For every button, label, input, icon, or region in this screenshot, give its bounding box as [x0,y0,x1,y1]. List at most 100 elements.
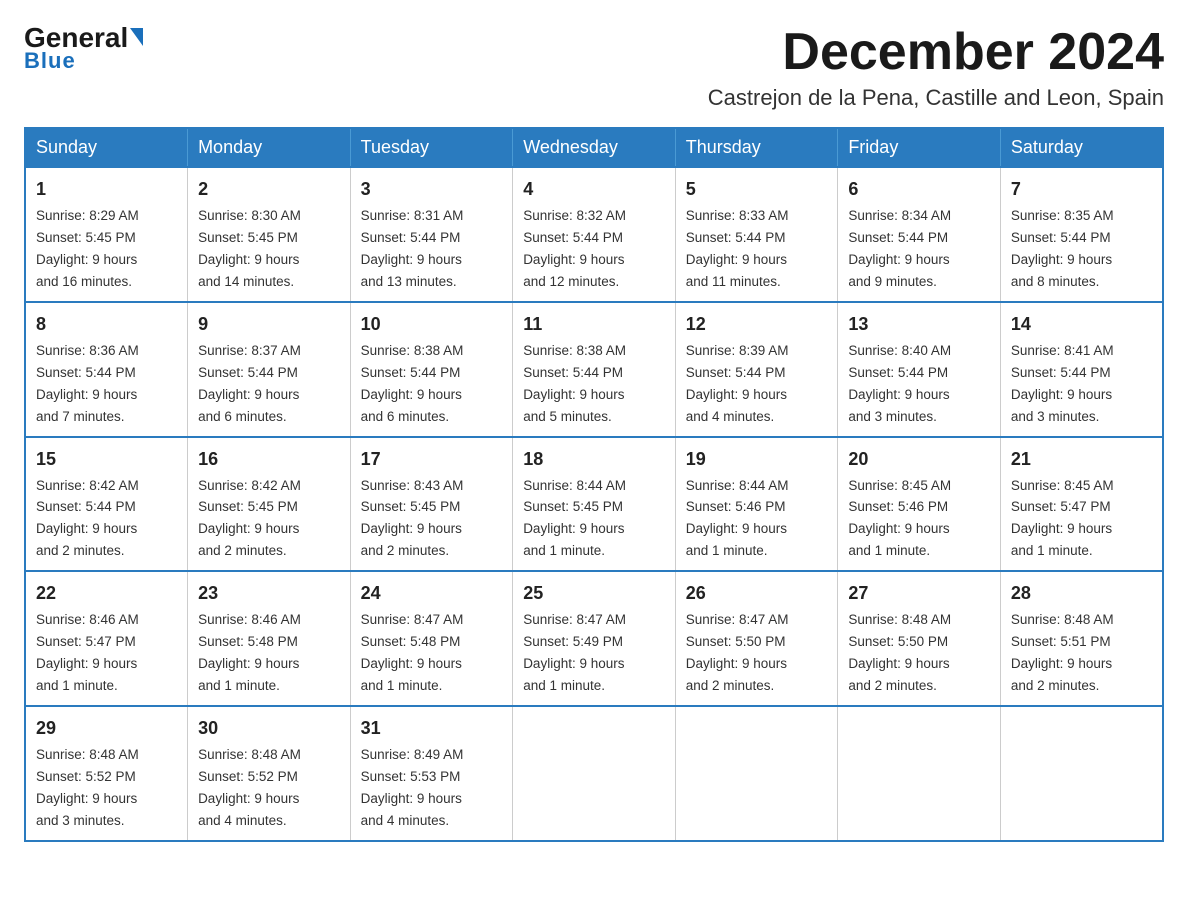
calendar-cell: 14 Sunrise: 8:41 AMSunset: 5:44 PMDaylig… [1000,302,1163,437]
day-info: Sunrise: 8:33 AMSunset: 5:44 PMDaylight:… [686,208,789,289]
location-subtitle: Castrejon de la Pena, Castille and Leon,… [708,85,1164,111]
logo-blue: Blue [24,48,76,74]
day-number: 28 [1011,580,1152,607]
day-number: 30 [198,715,340,742]
col-friday: Friday [838,128,1001,167]
calendar-cell: 16 Sunrise: 8:42 AMSunset: 5:45 PMDaylig… [188,437,351,572]
day-number: 3 [361,176,503,203]
day-info: Sunrise: 8:45 AMSunset: 5:47 PMDaylight:… [1011,478,1114,559]
day-info: Sunrise: 8:47 AMSunset: 5:50 PMDaylight:… [686,612,789,693]
calendar-body: 1 Sunrise: 8:29 AMSunset: 5:45 PMDayligh… [25,167,1163,840]
month-title: December 2024 [708,24,1164,81]
col-monday: Monday [188,128,351,167]
day-info: Sunrise: 8:48 AMSunset: 5:50 PMDaylight:… [848,612,951,693]
day-number: 9 [198,311,340,338]
calendar-cell: 31 Sunrise: 8:49 AMSunset: 5:53 PMDaylig… [350,706,513,841]
day-number: 24 [361,580,503,607]
day-number: 27 [848,580,990,607]
calendar-cell: 1 Sunrise: 8:29 AMSunset: 5:45 PMDayligh… [25,167,188,302]
calendar-cell: 17 Sunrise: 8:43 AMSunset: 5:45 PMDaylig… [350,437,513,572]
day-number: 11 [523,311,665,338]
calendar-cell: 7 Sunrise: 8:35 AMSunset: 5:44 PMDayligh… [1000,167,1163,302]
title-area: December 2024 Castrejon de la Pena, Cast… [708,24,1164,111]
day-info: Sunrise: 8:42 AMSunset: 5:45 PMDaylight:… [198,478,301,559]
day-number: 13 [848,311,990,338]
col-saturday: Saturday [1000,128,1163,167]
calendar-cell [675,706,838,841]
calendar-cell: 9 Sunrise: 8:37 AMSunset: 5:44 PMDayligh… [188,302,351,437]
day-number: 19 [686,446,828,473]
day-info: Sunrise: 8:35 AMSunset: 5:44 PMDaylight:… [1011,208,1114,289]
calendar-week-row: 8 Sunrise: 8:36 AMSunset: 5:44 PMDayligh… [25,302,1163,437]
calendar-cell: 30 Sunrise: 8:48 AMSunset: 5:52 PMDaylig… [188,706,351,841]
calendar-cell: 10 Sunrise: 8:38 AMSunset: 5:44 PMDaylig… [350,302,513,437]
day-info: Sunrise: 8:36 AMSunset: 5:44 PMDaylight:… [36,343,139,424]
calendar-cell: 19 Sunrise: 8:44 AMSunset: 5:46 PMDaylig… [675,437,838,572]
day-number: 22 [36,580,177,607]
day-info: Sunrise: 8:32 AMSunset: 5:44 PMDaylight:… [523,208,626,289]
calendar-header-row: Sunday Monday Tuesday Wednesday Thursday… [25,128,1163,167]
day-number: 10 [361,311,503,338]
calendar-cell: 24 Sunrise: 8:47 AMSunset: 5:48 PMDaylig… [350,571,513,706]
day-info: Sunrise: 8:48 AMSunset: 5:52 PMDaylight:… [36,747,139,828]
calendar-cell: 2 Sunrise: 8:30 AMSunset: 5:45 PMDayligh… [188,167,351,302]
calendar-table: Sunday Monday Tuesday Wednesday Thursday… [24,127,1164,841]
calendar-cell: 4 Sunrise: 8:32 AMSunset: 5:44 PMDayligh… [513,167,676,302]
day-info: Sunrise: 8:47 AMSunset: 5:49 PMDaylight:… [523,612,626,693]
col-wednesday: Wednesday [513,128,676,167]
calendar-week-row: 29 Sunrise: 8:48 AMSunset: 5:52 PMDaylig… [25,706,1163,841]
day-info: Sunrise: 8:46 AMSunset: 5:48 PMDaylight:… [198,612,301,693]
day-info: Sunrise: 8:40 AMSunset: 5:44 PMDaylight:… [848,343,951,424]
calendar-cell: 12 Sunrise: 8:39 AMSunset: 5:44 PMDaylig… [675,302,838,437]
day-number: 21 [1011,446,1152,473]
day-number: 7 [1011,176,1152,203]
page-header: General Blue December 2024 Castrejon de … [24,24,1164,111]
day-info: Sunrise: 8:43 AMSunset: 5:45 PMDaylight:… [361,478,464,559]
day-number: 18 [523,446,665,473]
calendar-cell: 25 Sunrise: 8:47 AMSunset: 5:49 PMDaylig… [513,571,676,706]
calendar-cell: 21 Sunrise: 8:45 AMSunset: 5:47 PMDaylig… [1000,437,1163,572]
calendar-cell: 26 Sunrise: 8:47 AMSunset: 5:50 PMDaylig… [675,571,838,706]
day-number: 29 [36,715,177,742]
calendar-cell: 22 Sunrise: 8:46 AMSunset: 5:47 PMDaylig… [25,571,188,706]
day-info: Sunrise: 8:31 AMSunset: 5:44 PMDaylight:… [361,208,464,289]
col-sunday: Sunday [25,128,188,167]
calendar-cell [513,706,676,841]
day-info: Sunrise: 8:48 AMSunset: 5:52 PMDaylight:… [198,747,301,828]
day-number: 17 [361,446,503,473]
day-info: Sunrise: 8:38 AMSunset: 5:44 PMDaylight:… [361,343,464,424]
day-info: Sunrise: 8:48 AMSunset: 5:51 PMDaylight:… [1011,612,1114,693]
day-info: Sunrise: 8:47 AMSunset: 5:48 PMDaylight:… [361,612,464,693]
calendar-cell: 3 Sunrise: 8:31 AMSunset: 5:44 PMDayligh… [350,167,513,302]
day-info: Sunrise: 8:44 AMSunset: 5:45 PMDaylight:… [523,478,626,559]
day-info: Sunrise: 8:37 AMSunset: 5:44 PMDaylight:… [198,343,301,424]
day-number: 6 [848,176,990,203]
calendar-cell: 11 Sunrise: 8:38 AMSunset: 5:44 PMDaylig… [513,302,676,437]
calendar-week-row: 22 Sunrise: 8:46 AMSunset: 5:47 PMDaylig… [25,571,1163,706]
day-info: Sunrise: 8:46 AMSunset: 5:47 PMDaylight:… [36,612,139,693]
calendar-cell: 8 Sunrise: 8:36 AMSunset: 5:44 PMDayligh… [25,302,188,437]
day-number: 12 [686,311,828,338]
day-info: Sunrise: 8:44 AMSunset: 5:46 PMDaylight:… [686,478,789,559]
day-info: Sunrise: 8:39 AMSunset: 5:44 PMDaylight:… [686,343,789,424]
calendar-cell: 29 Sunrise: 8:48 AMSunset: 5:52 PMDaylig… [25,706,188,841]
day-number: 15 [36,446,177,473]
day-info: Sunrise: 8:30 AMSunset: 5:45 PMDaylight:… [198,208,301,289]
day-number: 23 [198,580,340,607]
calendar-cell: 20 Sunrise: 8:45 AMSunset: 5:46 PMDaylig… [838,437,1001,572]
calendar-week-row: 15 Sunrise: 8:42 AMSunset: 5:44 PMDaylig… [25,437,1163,572]
calendar-cell: 28 Sunrise: 8:48 AMSunset: 5:51 PMDaylig… [1000,571,1163,706]
calendar-cell: 6 Sunrise: 8:34 AMSunset: 5:44 PMDayligh… [838,167,1001,302]
day-number: 8 [36,311,177,338]
day-info: Sunrise: 8:41 AMSunset: 5:44 PMDaylight:… [1011,343,1114,424]
day-info: Sunrise: 8:29 AMSunset: 5:45 PMDaylight:… [36,208,139,289]
day-info: Sunrise: 8:49 AMSunset: 5:53 PMDaylight:… [361,747,464,828]
logo-arrow-icon [130,28,143,46]
day-number: 1 [36,176,177,203]
day-number: 5 [686,176,828,203]
day-number: 25 [523,580,665,607]
calendar-cell [1000,706,1163,841]
day-number: 20 [848,446,990,473]
day-number: 16 [198,446,340,473]
logo: General Blue [24,24,143,74]
